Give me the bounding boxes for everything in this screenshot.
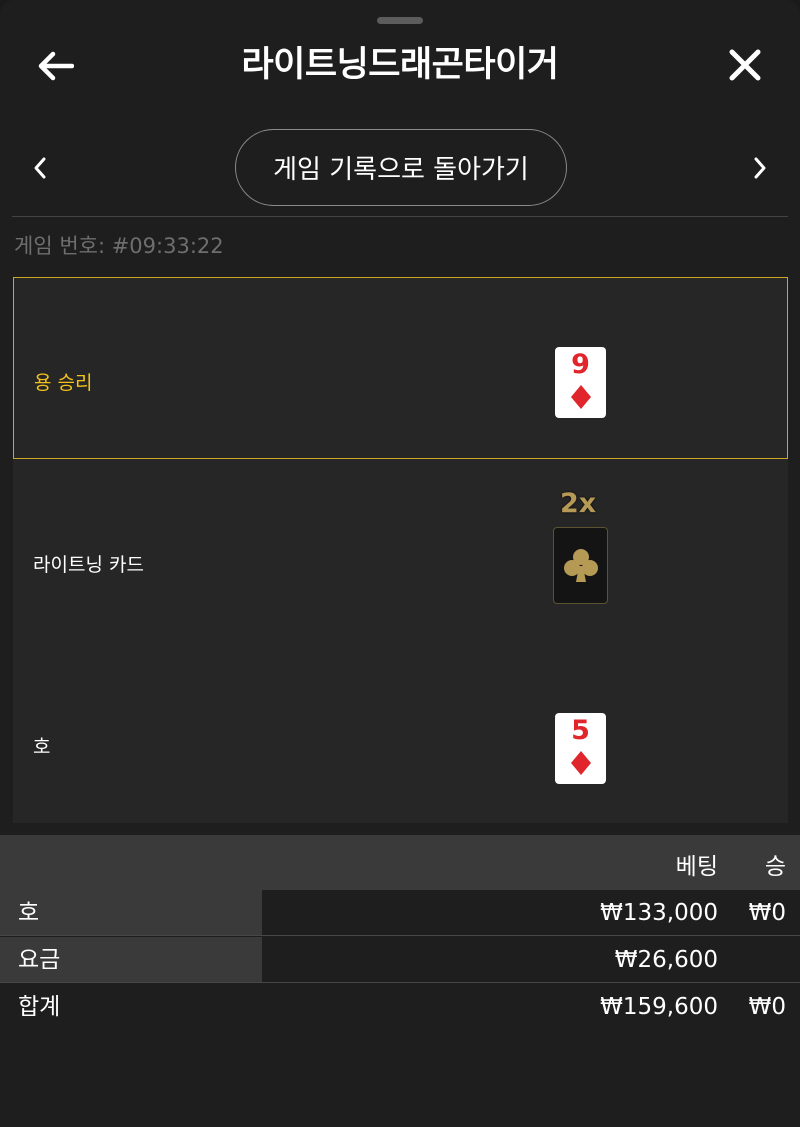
playing-card-dragon: 9 <box>555 347 606 418</box>
game-detail-sheet: 라이트닝드래곤타이거 게임 기록으로 돌아가기 게임 번호: #09:33:22… <box>0 0 800 1127</box>
result-row-dragon: 용 승리 9 <box>13 277 788 459</box>
total-bet: ₩159,600 <box>600 994 718 1020</box>
bet-name: 요금 <box>0 937 262 982</box>
win-amount: ₩0 <box>748 900 786 926</box>
result-row-tiger: 호 5 <box>13 642 788 823</box>
result-row-lightning: 라이트닝 카드 2x <box>13 459 788 642</box>
column-header-bet: 베팅 <box>675 854 718 880</box>
table-row: 요금 ₩26,600 <box>0 937 800 983</box>
bet-name: 호 <box>0 890 262 935</box>
header-divider <box>12 216 788 217</box>
chevron-left-icon <box>34 157 46 179</box>
table-total-row: 합계 ₩159,600 ₩0 <box>0 984 800 1030</box>
back-to-history-button[interactable]: 게임 기록으로 돌아가기 <box>235 129 567 206</box>
result-label: 용 승리 <box>34 372 93 394</box>
card-rank: 9 <box>571 349 590 380</box>
result-label: 라이트닝 카드 <box>33 554 144 576</box>
result-label: 호 <box>33 736 51 758</box>
diamond-icon <box>570 751 591 775</box>
drag-handle[interactable] <box>377 17 423 24</box>
back-button[interactable] <box>34 44 78 88</box>
close-button[interactable] <box>722 42 768 88</box>
total-win: ₩0 <box>748 994 786 1020</box>
previous-game-button[interactable] <box>20 148 60 188</box>
page-title: 라이트닝드래곤타이거 <box>241 45 559 85</box>
lightning-multiplier: 2x <box>560 488 597 519</box>
column-header-win: 승 <box>764 854 786 880</box>
playing-card-tiger: 5 <box>555 713 606 784</box>
bet-amount: ₩26,600 <box>614 947 718 973</box>
diamond-icon <box>570 385 591 409</box>
bet-amount: ₩133,000 <box>600 900 718 926</box>
total-label: 합계 <box>18 994 61 1020</box>
club-icon <box>563 548 598 582</box>
close-icon <box>729 49 761 81</box>
next-game-button[interactable] <box>740 148 780 188</box>
card-rank: 5 <box>571 715 590 746</box>
chevron-right-icon <box>754 157 766 179</box>
game-number: 게임 번호: #09:33:22 <box>14 234 224 258</box>
table-row: 호 ₩133,000 ₩0 <box>0 890 800 936</box>
bet-table-header: 베팅 승 <box>0 835 800 890</box>
arrow-left-icon <box>38 51 74 81</box>
lightning-card <box>553 527 608 604</box>
